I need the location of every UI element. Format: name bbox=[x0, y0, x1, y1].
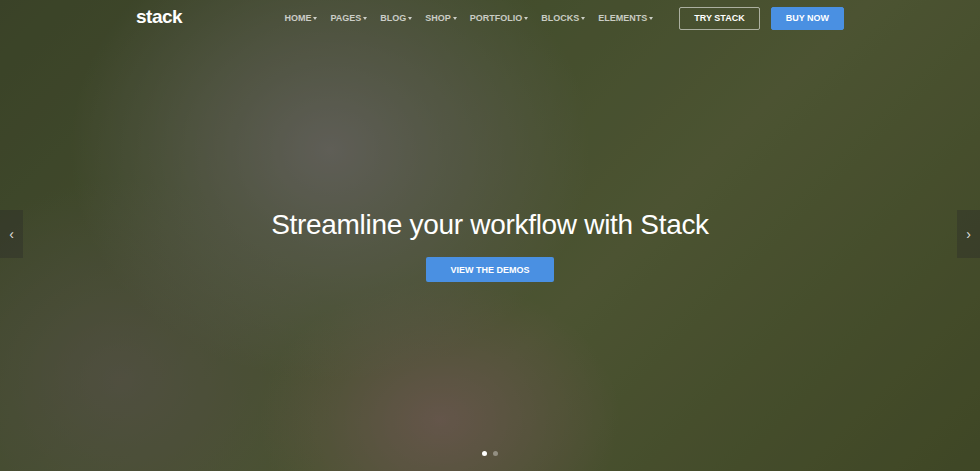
caret-icon bbox=[453, 17, 457, 20]
next-arrow-icon[interactable]: › bbox=[957, 210, 980, 258]
caret-icon bbox=[313, 17, 317, 20]
nav-label[interactable]: HOME bbox=[284, 13, 311, 23]
caret-icon bbox=[649, 17, 653, 20]
headline: Streamline your workflow with Stack bbox=[271, 209, 709, 241]
nav-item[interactable]: SHOP bbox=[425, 13, 457, 23]
header: stack HOME PAGES BLOG SHOP PORTFOLIO BLOCKS ELE… bbox=[136, 0, 844, 30]
buy-button[interactable]: BUY NOW bbox=[771, 7, 844, 30]
header-actions: TRY STACK BUY NOW bbox=[679, 7, 844, 30]
hero-slider: stack HOME PAGES BLOG SHOP PORTFOLIO BLOCKS ELE… bbox=[0, 0, 980, 471]
caret-icon bbox=[408, 17, 412, 20]
caret-icon bbox=[524, 17, 528, 20]
nav-label[interactable]: PAGES bbox=[330, 13, 361, 23]
nav-label[interactable]: BLOCKS bbox=[541, 13, 579, 23]
slider-dot[interactable] bbox=[482, 451, 487, 456]
nav-item[interactable]: BLOCKS bbox=[541, 13, 585, 23]
slider-dots bbox=[0, 451, 980, 456]
main-nav: HOME PAGES BLOG SHOP PORTFOLIO BLOCKS ELEMENTS bbox=[284, 13, 653, 23]
caret-icon bbox=[581, 17, 585, 20]
nav-item[interactable]: PORTFOLIO bbox=[470, 13, 529, 23]
nav-label[interactable]: BLOG bbox=[380, 13, 406, 23]
nav-item[interactable]: HOME bbox=[284, 13, 317, 23]
nav-label[interactable]: PORTFOLIO bbox=[470, 13, 523, 23]
prev-arrow-icon[interactable]: ‹ bbox=[0, 210, 23, 258]
slider-dot[interactable] bbox=[493, 451, 498, 456]
nav-label[interactable]: SHOP bbox=[425, 13, 451, 23]
nav-item[interactable]: ELEMENTS bbox=[598, 13, 653, 23]
caret-icon bbox=[363, 17, 367, 20]
header-right: HOME PAGES BLOG SHOP PORTFOLIO BLOCKS ELEMENTS… bbox=[284, 7, 844, 30]
nav-item[interactable]: BLOG bbox=[380, 13, 412, 23]
hero-content: Streamline your workflow with Stack VIEW … bbox=[0, 30, 980, 471]
try-button[interactable]: TRY STACK bbox=[679, 7, 759, 30]
nav-label[interactable]: ELEMENTS bbox=[598, 13, 647, 23]
logo[interactable]: stack bbox=[136, 6, 182, 30]
nav-item[interactable]: PAGES bbox=[330, 13, 367, 23]
view-demos-button[interactable]: VIEW THE DEMOS bbox=[426, 257, 553, 282]
